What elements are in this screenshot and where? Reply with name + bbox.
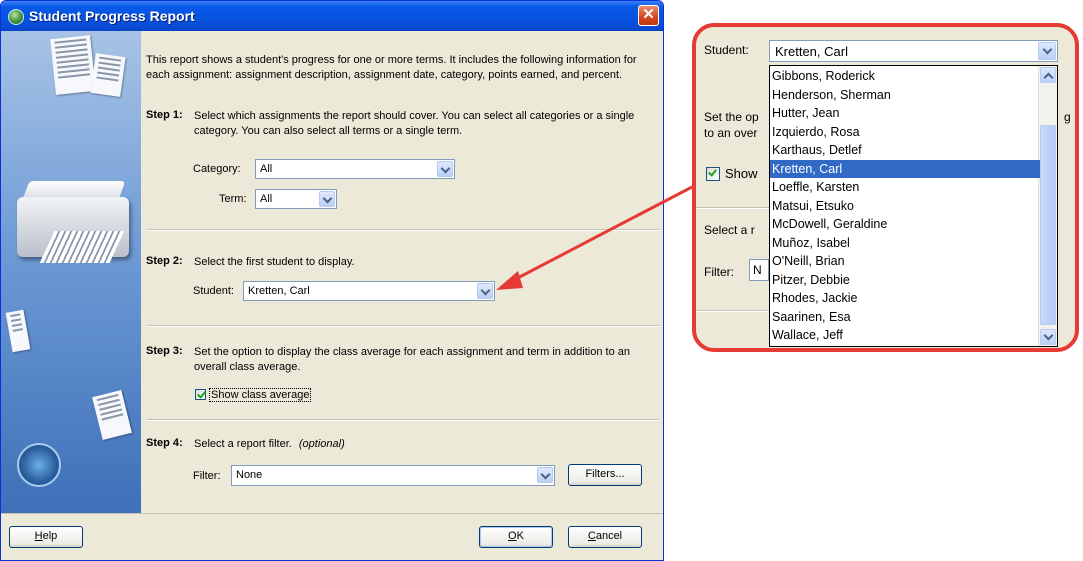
scroll-down-icon[interactable] [1040, 329, 1056, 345]
zoom-student-select[interactable]: Kretten, Carl [769, 40, 1058, 62]
student-option[interactable]: Pitzer, Debbie [770, 271, 1040, 289]
close-button[interactable]: ✕ [638, 5, 659, 26]
zoom-behind-text: to an over [704, 126, 758, 140]
student-option[interactable]: Hutter, Jean [770, 104, 1040, 122]
zoom-student-label: Student: [704, 43, 749, 57]
title-bar[interactable]: Student Progress Report ✕ [1, 1, 663, 31]
checkbox-icon[interactable] [706, 167, 720, 181]
show-class-average-label[interactable]: Show class average [209, 388, 312, 402]
chevron-down-icon[interactable] [537, 467, 553, 483]
divider [696, 207, 769, 209]
report-options: This report shows a student's progress f… [141, 31, 663, 513]
student-option[interactable]: O'Neill, Brian [770, 252, 1040, 270]
help-button[interactable]: Help [9, 526, 83, 548]
chevron-down-icon[interactable] [319, 191, 335, 207]
ok-mnemonic: O [508, 530, 517, 542]
step2-text: Select the first student to display. [194, 256, 355, 268]
student-label: Student: [193, 285, 234, 297]
zoom-callout: Student: Kretten, Carl Set the op to an … [692, 23, 1079, 352]
ok-label: K [516, 530, 524, 542]
divider [147, 419, 659, 421]
step4-label: Step 4: [146, 437, 183, 449]
category-select[interactable]: All [255, 159, 455, 179]
checkbox-icon[interactable] [195, 389, 206, 400]
globe-icon [17, 443, 61, 487]
zoom-behind-text: g [1064, 110, 1071, 124]
divider [147, 325, 659, 327]
printer-icon [7, 163, 135, 271]
step1-text: Select which assignments the report shou… [194, 110, 635, 137]
filter-value: None [236, 469, 263, 481]
step4-text-main: Select a report filter. [194, 438, 292, 450]
zoom-behind-text: Select a r [704, 223, 755, 237]
chevron-down-icon[interactable] [477, 283, 493, 299]
student-option[interactable]: Henderson, Sherman [770, 86, 1040, 104]
student-select[interactable]: Kretten, Carl [243, 281, 495, 301]
zoom-filter-value: N [753, 263, 762, 277]
step4-text: Select a report filter. (optional) [194, 437, 654, 452]
student-option[interactable]: Kretten, Carl [770, 159, 1040, 178]
scroll-up-icon[interactable] [1040, 67, 1056, 83]
student-option[interactable]: McDowell, Geraldine [770, 215, 1040, 233]
optional-note: (optional) [298, 438, 345, 450]
paper-illustration [5, 309, 31, 353]
category-value: All [260, 163, 273, 175]
footer-divider [1, 513, 663, 514]
divider [147, 229, 659, 231]
step3-label: Step 3: [146, 345, 183, 357]
category-label: Category: [193, 163, 241, 175]
student-option[interactable]: Izquierdo, Rosa [770, 123, 1040, 141]
intro-text: This report shows a student's progress f… [146, 54, 637, 81]
term-value: All [260, 193, 273, 205]
student-option[interactable]: Loeffle, Karsten [770, 178, 1040, 196]
scroll-thumb[interactable] [1040, 125, 1056, 325]
zoom-student-value: Kretten, Carl [775, 44, 848, 59]
zoom-behind-text: Set the op [704, 110, 759, 124]
student-option[interactable]: Muñoz, Isabel [770, 234, 1040, 252]
cancel-mnemonic: C [587, 530, 596, 542]
zoom-filter-select[interactable]: N [749, 259, 769, 281]
ok-button[interactable]: OK [479, 526, 553, 548]
student-dropdown-list[interactable]: Gibbons, Roderick Henderson, Sherman Hutte… [769, 65, 1058, 347]
student-option[interactable]: Matsui, Etsuko [770, 197, 1040, 215]
student-option[interactable]: Karthaus, Detlef [770, 141, 1040, 159]
filters-button[interactable]: Filters... [568, 464, 642, 486]
side-illustration [1, 31, 141, 513]
app-icon [8, 9, 24, 25]
step1-label: Step 1: [146, 109, 183, 121]
chevron-down-icon[interactable] [437, 161, 453, 177]
window-title: Student Progress Report [29, 8, 195, 24]
student-option[interactable]: Gibbons, Roderick [770, 67, 1040, 85]
divider [696, 310, 769, 312]
cancel-label: ancel [595, 530, 623, 542]
step2-label: Step 2: [146, 255, 183, 267]
paper-illustration [90, 53, 126, 97]
filter-select[interactable]: None [231, 465, 555, 486]
help-mnemonic: H [34, 530, 43, 542]
student-value: Kretten, Carl [248, 285, 310, 297]
cancel-button[interactable]: Cancel [568, 526, 642, 548]
filter-label: Filter: [193, 470, 221, 482]
student-option[interactable]: Saarinen, Esa [770, 308, 1040, 326]
help-label: elp [42, 530, 58, 542]
paper-illustration [92, 390, 132, 440]
chevron-down-icon[interactable] [1038, 42, 1056, 60]
student-option[interactable]: Wallace, Jeff [770, 326, 1040, 344]
zoom-behind-text: Show [725, 166, 758, 181]
zoom-behind-text: Filter: [704, 265, 734, 279]
scrollbar[interactable] [1038, 66, 1057, 346]
term-select[interactable]: All [255, 189, 337, 209]
step3-text: Set the option to display the class aver… [194, 346, 630, 373]
student-progress-report-dialog: Student Progress Report ✕ This report sh… [0, 0, 664, 561]
term-label: Term: [219, 193, 247, 205]
student-option[interactable]: Rhodes, Jackie [770, 289, 1040, 307]
paper-illustration [50, 35, 96, 95]
